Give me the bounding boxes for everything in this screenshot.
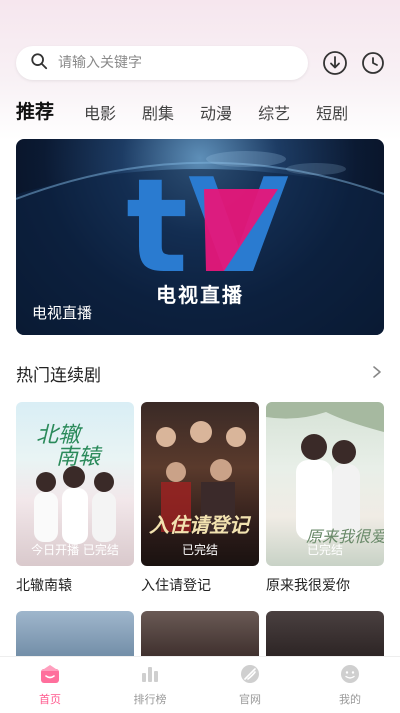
poster-row: 北辙 南辕 今日开播 已完结 北辙南辕 入住请登记 已完结 入住请登记 原来我很… bbox=[16, 402, 384, 595]
svg-text:南辕: 南辕 bbox=[56, 445, 103, 470]
tab-recommend[interactable]: 推荐 bbox=[16, 97, 54, 124]
nav-label: 我的 bbox=[339, 693, 361, 706]
poster-card[interactable]: 原来我很爱你 已完结 原来我很爱你 bbox=[266, 402, 384, 595]
nav-item-home[interactable]: 首页 bbox=[10, 657, 90, 707]
tab-variety[interactable]: 综艺 bbox=[258, 100, 290, 124]
ranking-icon bbox=[142, 667, 158, 682]
poster-image: 北辙 南辕 今日开播 已完结 bbox=[16, 402, 134, 566]
poster-card-partial[interactable] bbox=[141, 611, 259, 661]
home-icon bbox=[41, 665, 59, 683]
poster-title: 北辙南辕 bbox=[16, 578, 72, 594]
poster-card-partial[interactable] bbox=[266, 611, 384, 661]
nav-item-website[interactable]: 官网 bbox=[210, 657, 290, 707]
poster-card-partial[interactable] bbox=[16, 611, 134, 661]
nav-label: 排行榜 bbox=[133, 693, 167, 706]
poster-status: 今日开播 已完结 bbox=[31, 543, 119, 557]
website-icon bbox=[241, 665, 259, 683]
nav-item-ranking[interactable]: 排行榜 bbox=[110, 657, 190, 707]
banner-caption: 电视直播 bbox=[32, 304, 93, 322]
poster-card[interactable]: 北辙 南辕 今日开播 已完结 北辙南辕 bbox=[16, 402, 134, 595]
poster-image: 原来我很爱你 已完结 bbox=[266, 402, 384, 566]
poster-card[interactable]: 入住请登记 已完结 入住请登记 bbox=[141, 402, 259, 595]
tab-anime[interactable]: 动漫 bbox=[200, 100, 232, 124]
svg-text:入住请登记: 入住请登记 bbox=[149, 513, 252, 537]
chevron-right-icon[interactable] bbox=[370, 364, 384, 383]
tab-series[interactable]: 剧集 bbox=[142, 100, 174, 124]
profile-icon bbox=[341, 665, 359, 683]
tab-short-drama[interactable]: 短剧 bbox=[316, 100, 348, 124]
search-bar[interactable] bbox=[16, 46, 308, 80]
nav-label: 首页 bbox=[39, 693, 61, 706]
section-title: 热门连续剧 bbox=[16, 365, 101, 386]
bottom-nav: 首页 排行榜 官网 我的 bbox=[0, 656, 400, 713]
category-tabs: 推荐 电影 剧集 动漫 综艺 短剧 bbox=[16, 96, 400, 124]
nav-label: 官网 bbox=[239, 693, 261, 706]
poster-image: 入住请登记 已完结 bbox=[141, 402, 259, 566]
nav-item-profile[interactable]: 我的 bbox=[310, 657, 390, 707]
poster-row-2 bbox=[16, 611, 384, 661]
history-clock-icon[interactable] bbox=[360, 50, 386, 76]
poster-status: 已完结 bbox=[306, 543, 343, 557]
search-icon bbox=[30, 52, 48, 74]
search-row bbox=[16, 46, 386, 80]
poster-title: 入住请登记 bbox=[141, 578, 211, 594]
download-icon[interactable] bbox=[322, 50, 348, 76]
poster-status: 已完结 bbox=[181, 543, 218, 557]
live-tv-banner[interactable]: tV 电视直播 电视直播 bbox=[16, 139, 384, 335]
section-header: 热门连续剧 bbox=[16, 361, 384, 386]
search-input[interactable] bbox=[56, 54, 260, 72]
tab-movie[interactable]: 电影 bbox=[84, 100, 116, 124]
poster-title: 原来我很爱你 bbox=[266, 578, 350, 594]
